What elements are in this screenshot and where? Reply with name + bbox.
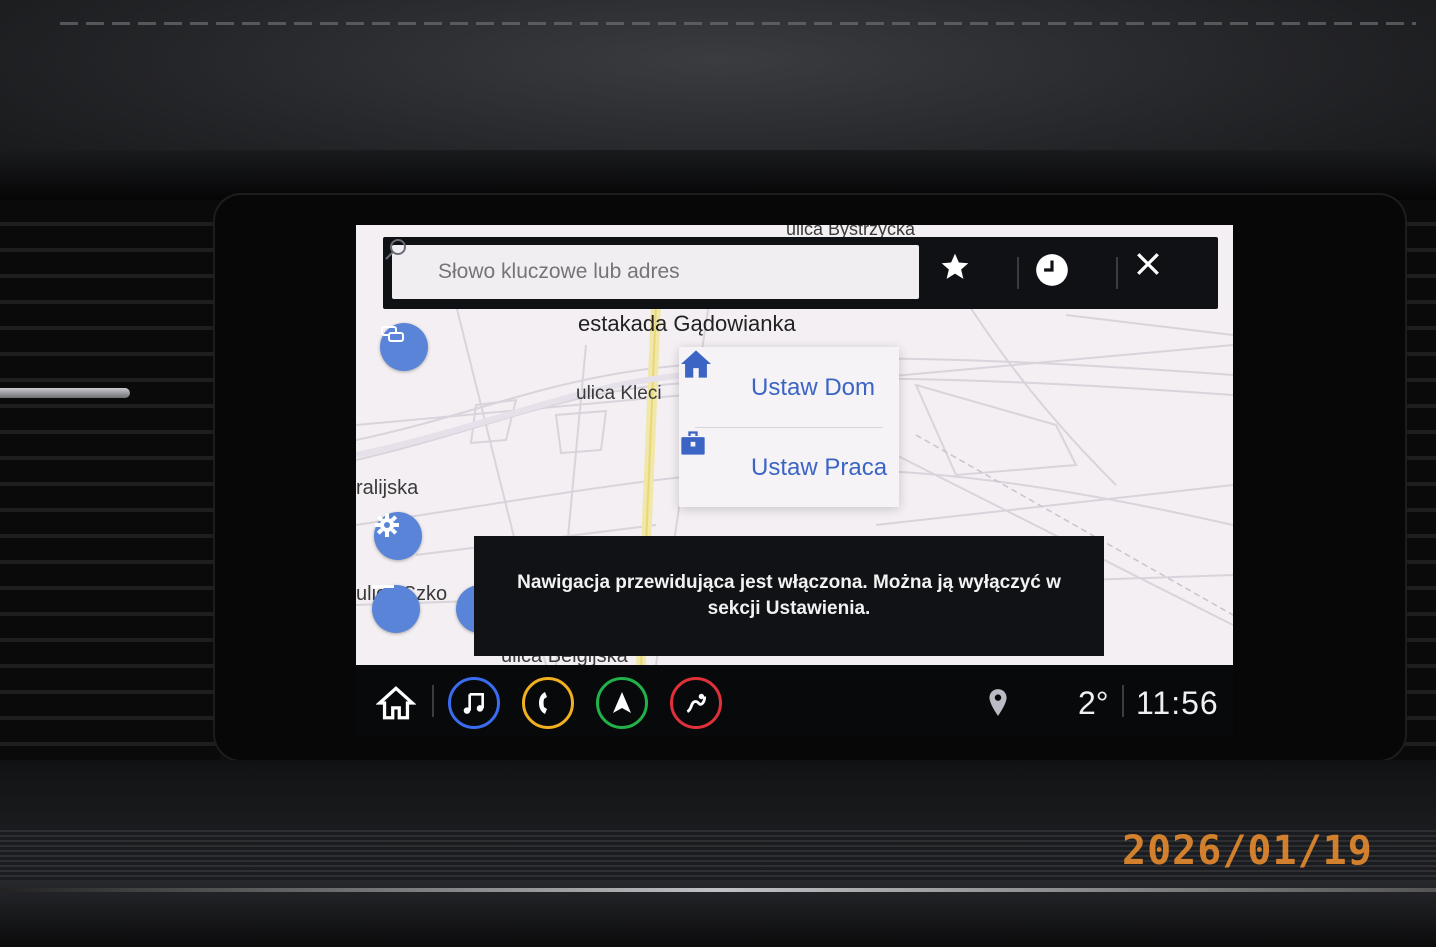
favorites-button[interactable]: [938, 251, 998, 295]
dashboard-stitching: [60, 22, 1416, 25]
search-bar: [383, 237, 1218, 309]
toolbar-divider: [1017, 257, 1019, 289]
recent-button[interactable]: [1033, 251, 1093, 295]
briefcase-icon: [681, 431, 705, 455]
air-vent-left: [0, 200, 220, 760]
gear-icon: [375, 513, 399, 537]
home-icon: [376, 686, 416, 720]
zoom-out-button[interactable]: [372, 585, 420, 633]
dock-divider: [432, 685, 434, 717]
location-pin-icon: [989, 689, 1007, 716]
clock-icon: [1036, 254, 1068, 286]
shortcut-popup: Ustaw Dom Ustaw Praca: [679, 347, 899, 507]
settings-button[interactable]: [374, 512, 422, 560]
dock-music-button[interactable]: [448, 677, 500, 729]
apps-icon: [686, 693, 707, 713]
dock-phone-button[interactable]: [522, 677, 574, 729]
popup-divider: [695, 427, 883, 428]
dock-home-button[interactable]: [370, 677, 422, 729]
close-icon: [1137, 253, 1159, 275]
infotainment-screen: ulica Bystrzycka estakada Gądowianka uli…: [356, 225, 1233, 737]
location-button[interactable]: [972, 677, 1024, 729]
map-view[interactable]: ulica Bystrzycka estakada Gądowianka uli…: [356, 225, 1233, 667]
dashboard-chrome-strip: [0, 888, 1436, 892]
set-home-item[interactable]: Ustaw Dom: [679, 349, 899, 427]
dock-navigation-button[interactable]: [596, 677, 648, 729]
set-home-label: Ustaw Dom: [751, 374, 876, 401]
navigation-arrow-icon: [613, 692, 631, 713]
vent-chrome-trim: [0, 388, 130, 398]
bottom-dock: 2° 11:56: [356, 665, 1233, 737]
minus-icon: [372, 585, 394, 588]
search-icon: [385, 239, 406, 260]
star-icon: [941, 253, 969, 279]
search-input[interactable]: [392, 245, 919, 299]
phone-icon: [539, 692, 547, 714]
outside-temperature: 2°: [1078, 685, 1109, 721]
map-label-klecinska: ulica Kleci: [576, 383, 662, 404]
clock-time: 11:56: [1136, 685, 1219, 721]
set-work-item[interactable]: Ustaw Praca: [679, 429, 899, 507]
set-work-label: Ustaw Praca: [751, 454, 888, 481]
photo-date-stamp: 2026/01/19: [1122, 828, 1373, 874]
dock-apps-button[interactable]: [670, 677, 722, 729]
toolbar-divider: [1116, 257, 1118, 289]
music-note-icon: [463, 693, 484, 714]
traffic-button[interactable]: [380, 323, 428, 371]
map-label-estakada: estakada Gądowianka: [578, 311, 796, 336]
predictive-nav-toast: Nawigacja przewidująca jest włączona. Mo…: [474, 536, 1104, 656]
traffic-cars-icon: [381, 326, 404, 342]
map-label-kralijska: ralijska: [356, 477, 419, 499]
dock-divider: [1122, 685, 1124, 717]
dashboard-top-trim: [0, 0, 1436, 200]
close-button[interactable]: [1135, 251, 1195, 295]
home-icon: [681, 350, 711, 378]
